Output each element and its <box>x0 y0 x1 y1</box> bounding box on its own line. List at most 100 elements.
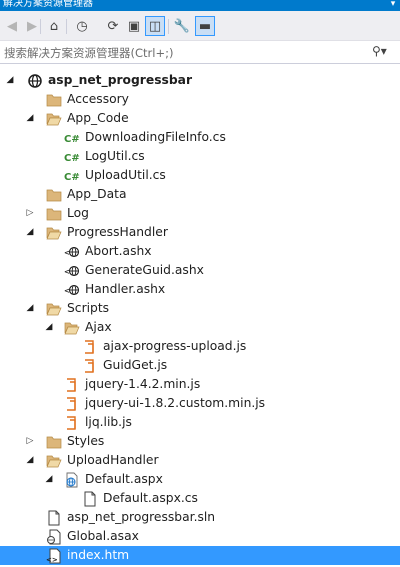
tree-item[interactable]: ◢ asp_net_progressbar <box>0 71 400 90</box>
javascript-file-icon <box>82 358 98 374</box>
search-bar: ⚲▾ <box>0 42 400 64</box>
tree-item[interactable]: ◢ Default.aspx <box>0 470 400 489</box>
collapse-arrow-icon[interactable]: ◢ <box>24 109 36 128</box>
folder-icon <box>46 434 62 450</box>
web-handler-icon: < <box>64 244 80 260</box>
forward-icon[interactable]: ▶ <box>22 16 42 36</box>
collapse-arrow-icon[interactable]: ◢ <box>43 318 55 337</box>
expand-arrow-icon[interactable]: ▷ <box>24 204 36 223</box>
svg-text:C#: C# <box>64 153 80 164</box>
tree-item-label: Abort.ashx <box>85 244 152 258</box>
tree-item[interactable]: Global.asax <box>0 527 400 546</box>
html-file-icon: <> <box>46 548 62 564</box>
tree-item-label: GuidGet.js <box>103 358 168 372</box>
file-icon <box>82 491 98 507</box>
tree-item[interactable]: C# UploadUtil.cs <box>0 166 400 185</box>
collapse-all-icon[interactable]: ▣ <box>124 16 144 36</box>
tree-item[interactable]: App_Data <box>0 185 400 204</box>
javascript-file-icon <box>64 377 80 393</box>
tree-item-label: App_Code <box>67 111 129 125</box>
tree-item-label: Handler.ashx <box>85 282 166 296</box>
folder-icon <box>46 187 62 203</box>
tree-item[interactable]: C# LogUtil.cs <box>0 147 400 166</box>
javascript-file-icon <box>64 396 80 412</box>
window-titlebar: 解决方案资源管理器 ▾ <box>0 0 400 11</box>
tree-item[interactable]: ◢ Scripts <box>0 299 400 318</box>
tree-item[interactable]: ajax-progress-upload.js <box>0 337 400 356</box>
tree-item[interactable]: <> index.htm <box>0 546 400 565</box>
search-input[interactable] <box>4 45 364 61</box>
tree-item-label: ProgressHandler <box>67 225 168 239</box>
collapse-arrow-icon[interactable]: ◢ <box>24 299 36 318</box>
tree-item[interactable]: Default.aspx.cs <box>0 489 400 508</box>
global-asax-icon <box>46 529 62 545</box>
file-icon <box>46 510 62 526</box>
tree-item[interactable]: Accessory <box>0 90 400 109</box>
tree-item-label: GenerateGuid.ashx <box>85 263 204 277</box>
tree-item[interactable]: jquery-ui-1.8.2.custom.min.js <box>0 394 400 413</box>
properties-icon[interactable]: 🔧 <box>172 16 192 36</box>
web-form-icon <box>64 472 80 488</box>
project-icon <box>27 73 43 89</box>
tree-item-label: jquery-1.4.2.min.js <box>85 377 201 391</box>
tree-item-label: UploadHandler <box>67 453 159 467</box>
svg-text:C#: C# <box>64 172 80 183</box>
home-icon[interactable]: ⌂ <box>44 16 64 36</box>
refresh-icon[interactable]: ⟳ <box>103 16 123 36</box>
folder-open-icon <box>46 301 62 317</box>
history-icon[interactable]: ◷ <box>72 16 92 36</box>
tree-item-label: jquery-ui-1.8.2.custom.min.js <box>85 396 266 410</box>
folder-open-icon <box>46 111 62 127</box>
tree-item[interactable]: < Abort.ashx <box>0 242 400 261</box>
toolbar-separator <box>168 19 169 34</box>
solution-explorer-toolbar: ◀ ▶ ⌂ ◷ ⟳ ▣ ◫ 🔧 ▬ <box>0 11 400 41</box>
tree-item-label: asp_net_progressbar <box>48 73 193 87</box>
tree-item[interactable]: C# DownloadingFileInfo.cs <box>0 128 400 147</box>
search-icon[interactable]: ⚲▾ <box>372 44 396 62</box>
collapse-arrow-icon[interactable]: ◢ <box>24 451 36 470</box>
tree-item-label: LogUtil.cs <box>85 149 145 163</box>
tree-item-label: App_Data <box>67 187 127 201</box>
collapse-arrow-icon[interactable]: ◢ <box>4 71 16 90</box>
tree-item[interactable]: ljq.lib.js <box>0 413 400 432</box>
show-all-files-icon[interactable]: ◫ <box>145 16 165 36</box>
preview-icon[interactable]: ▬ <box>195 16 215 36</box>
solution-tree: ◢ asp_net_progressbar Accessory ◢ App_Code C#… <box>0 66 400 565</box>
web-handler-icon: < <box>64 282 80 298</box>
tree-item-label: index.htm <box>67 548 130 562</box>
toolbar-separator <box>66 19 67 34</box>
tree-item-label: Scripts <box>67 301 110 315</box>
tree-item[interactable]: ◢ Ajax <box>0 318 400 337</box>
svg-text:C#: C# <box>64 134 80 145</box>
toolbar-separator <box>40 19 41 34</box>
tree-item[interactable]: ◢ ProgressHandler <box>0 223 400 242</box>
collapse-arrow-icon[interactable]: ◢ <box>43 470 55 489</box>
tree-item[interactable]: < GenerateGuid.ashx <box>0 261 400 280</box>
tree-item[interactable]: ▷ Styles <box>0 432 400 451</box>
javascript-file-icon <box>64 415 80 431</box>
tree-item-label: Default.aspx.cs <box>103 491 198 505</box>
tree-item[interactable]: ▷ Log <box>0 204 400 223</box>
tree-item-label: ljq.lib.js <box>85 415 132 429</box>
tree-item[interactable]: < Handler.ashx <box>0 280 400 299</box>
csharp-file-icon: C# <box>64 149 80 165</box>
expand-arrow-icon[interactable]: ▷ <box>24 432 36 451</box>
tree-item[interactable]: asp_net_progressbar.sln <box>0 508 400 527</box>
folder-icon <box>46 206 62 222</box>
folder-open-icon <box>46 225 62 241</box>
window-title: 解决方案资源管理器 <box>3 0 93 9</box>
tree-item[interactable]: GuidGet.js <box>0 356 400 375</box>
tree-item-label: Global.asax <box>67 529 139 543</box>
csharp-file-icon: C# <box>64 130 80 146</box>
tree-item[interactable]: ◢ App_Code <box>0 109 400 128</box>
back-icon[interactable]: ◀ <box>2 16 22 36</box>
tree-item-label: DownloadingFileInfo.cs <box>85 130 226 144</box>
csharp-file-icon: C# <box>64 168 80 184</box>
tree-item[interactable]: ◢ UploadHandler <box>0 451 400 470</box>
window-menu-icon[interactable]: ▾ <box>386 0 400 11</box>
tree-item-label: UploadUtil.cs <box>85 168 166 182</box>
collapse-arrow-icon[interactable]: ◢ <box>24 223 36 242</box>
folder-open-icon <box>46 453 62 469</box>
tree-item-label: Log <box>67 206 89 220</box>
tree-item[interactable]: jquery-1.4.2.min.js <box>0 375 400 394</box>
